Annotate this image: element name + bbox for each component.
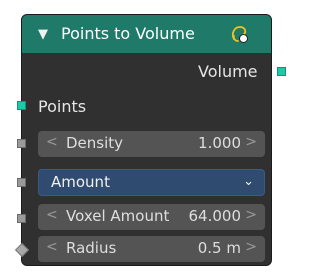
increment-arrow-icon[interactable]: > [245,207,257,223]
input-points-label: Points [38,97,87,116]
field-badge-icon [231,26,248,43]
voxel-amount-label: Voxel Amount [66,207,170,225]
density-label: Density [66,134,124,152]
collapse-triangle-icon[interactable]: ▼ [38,27,48,42]
increment-arrow-icon[interactable]: > [245,239,257,255]
points-to-volume-node[interactable]: ▼ Points to Volume Volume Points < Densi… [14,14,286,266]
input-density-socket[interactable] [17,139,26,148]
input-points-socket[interactable] [17,101,26,110]
resolution-mode-dropdown[interactable]: Amount ⌄ [38,169,265,196]
input-mode-socket[interactable] [17,178,26,187]
increment-arrow-icon[interactable]: > [245,134,257,150]
decrement-arrow-icon[interactable]: < [46,134,58,150]
output-volume-label: Volume [198,62,258,81]
node-header[interactable]: ▼ Points to Volume [22,15,271,53]
node-title: Points to Volume [61,24,195,43]
decrement-arrow-icon[interactable]: < [46,207,58,223]
chevron-down-icon: ⌄ [243,174,254,189]
voxel-amount-field[interactable]: < Voxel Amount 64.000 > [38,204,265,230]
density-value: 1.000 [198,134,241,152]
resolution-mode-value: Amount [51,173,110,191]
radius-value: 0.5 m [197,239,241,257]
output-volume-socket[interactable] [277,67,286,76]
density-field[interactable]: < Density 1.000 > [38,131,265,157]
radius-label: Radius [66,239,117,257]
radius-field[interactable]: < Radius 0.5 m > [38,236,265,262]
decrement-arrow-icon[interactable]: < [46,239,58,255]
input-radius-socket[interactable] [14,242,30,258]
voxel-amount-value: 64.000 [188,207,242,225]
input-voxel-amount-socket[interactable] [17,214,26,223]
